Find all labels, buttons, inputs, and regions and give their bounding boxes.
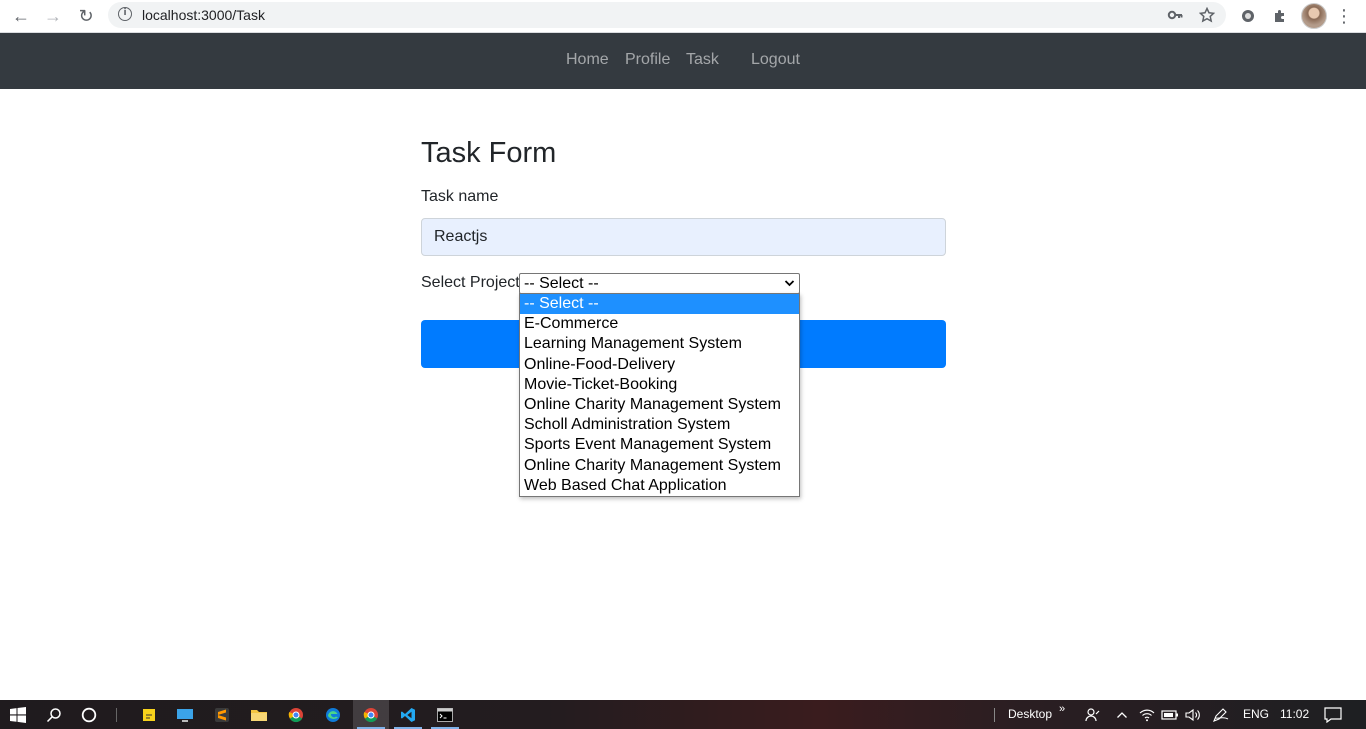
clock-time[interactable]: 11:02 [1280, 707, 1309, 721]
project-option[interactable]: Learning Management System [520, 334, 799, 354]
project-option[interactable]: Online Charity Management System [520, 395, 799, 415]
sticky-notes-icon[interactable] [138, 704, 160, 726]
page-title: Task Form [421, 137, 557, 169]
chevron-right-icon[interactable]: » [1059, 703, 1065, 715]
sublime-text-icon[interactable] [211, 704, 233, 726]
address-bar[interactable]: i localhost:3000/Task [108, 2, 1226, 28]
remote-desktop-icon[interactable] [174, 704, 196, 726]
nav-home-link[interactable]: Home [566, 51, 609, 69]
pen-workspace-icon[interactable] [1210, 704, 1232, 726]
star-icon[interactable] [1198, 6, 1216, 24]
url-text[interactable]: localhost:3000/Task [142, 7, 265, 23]
project-option[interactable]: Web Based Chat Application [520, 476, 799, 496]
file-explorer-icon[interactable] [248, 704, 270, 726]
profile-avatar[interactable] [1301, 3, 1327, 29]
chevron-up-icon[interactable] [1111, 704, 1133, 726]
project-option[interactable]: -- Select -- [520, 294, 799, 315]
chrome-icon[interactable] [285, 704, 307, 726]
vscode-icon[interactable] [390, 700, 426, 729]
app-navbar: Home Profile Task Logout [0, 33, 1366, 89]
terminal-icon[interactable] [427, 700, 463, 729]
project-dropdown-list: -- Select -- E-Commerce Learning Managem… [519, 293, 800, 497]
site-info-icon[interactable]: i [118, 7, 132, 21]
project-option[interactable]: Sports Event Management System [520, 435, 799, 455]
taskbar-divider [116, 708, 117, 722]
forward-icon[interactable]: → [42, 5, 64, 27]
search-icon[interactable] [43, 704, 65, 726]
project-select[interactable]: -- Select -- [519, 273, 800, 294]
windows-start-icon[interactable] [7, 704, 29, 726]
battery-icon[interactable] [1159, 704, 1181, 726]
project-option[interactable]: Movie-Ticket-Booking [520, 375, 799, 395]
nav-logout-link[interactable]: Logout [751, 51, 800, 69]
browser-toolbar: ← → ↻ i localhost:3000/Task ⋮ [0, 0, 1366, 33]
task-name-label: Task name [421, 188, 499, 205]
project-label: Select Project [421, 274, 520, 291]
project-option[interactable]: Online-Food-Delivery [520, 355, 799, 375]
volume-icon[interactable] [1182, 704, 1204, 726]
windows-taskbar: Desktop » ENG 11:02 [0, 700, 1366, 729]
reload-icon[interactable]: ↻ [75, 5, 97, 27]
task-name-input[interactable] [421, 218, 946, 256]
language-indicator[interactable]: ENG [1243, 707, 1269, 721]
wifi-icon[interactable] [1136, 704, 1158, 726]
project-option[interactable]: Online Charity Management System [520, 456, 799, 476]
edge-icon[interactable] [322, 704, 344, 726]
taskbar-divider [994, 708, 995, 722]
nav-profile-link[interactable]: Profile [625, 51, 670, 69]
project-select-value: -- Select -- [524, 275, 599, 292]
desktop-toolbar-label[interactable]: Desktop [1008, 707, 1052, 721]
puzzle-icon[interactable] [1269, 5, 1291, 27]
cortana-icon[interactable] [78, 704, 100, 726]
menu-icon[interactable]: ⋮ [1333, 5, 1355, 27]
nav-task-link[interactable]: Task [686, 51, 719, 69]
people-icon[interactable] [1082, 704, 1104, 726]
project-option[interactable]: Scholl Administration System [520, 415, 799, 435]
chrome-active-icon[interactable] [353, 700, 389, 729]
back-icon[interactable]: ← [10, 5, 32, 27]
project-option[interactable]: E-Commerce [520, 314, 799, 334]
notifications-icon[interactable] [1322, 704, 1344, 726]
extension-circle-icon[interactable] [1237, 5, 1259, 27]
key-icon[interactable] [1166, 6, 1184, 24]
